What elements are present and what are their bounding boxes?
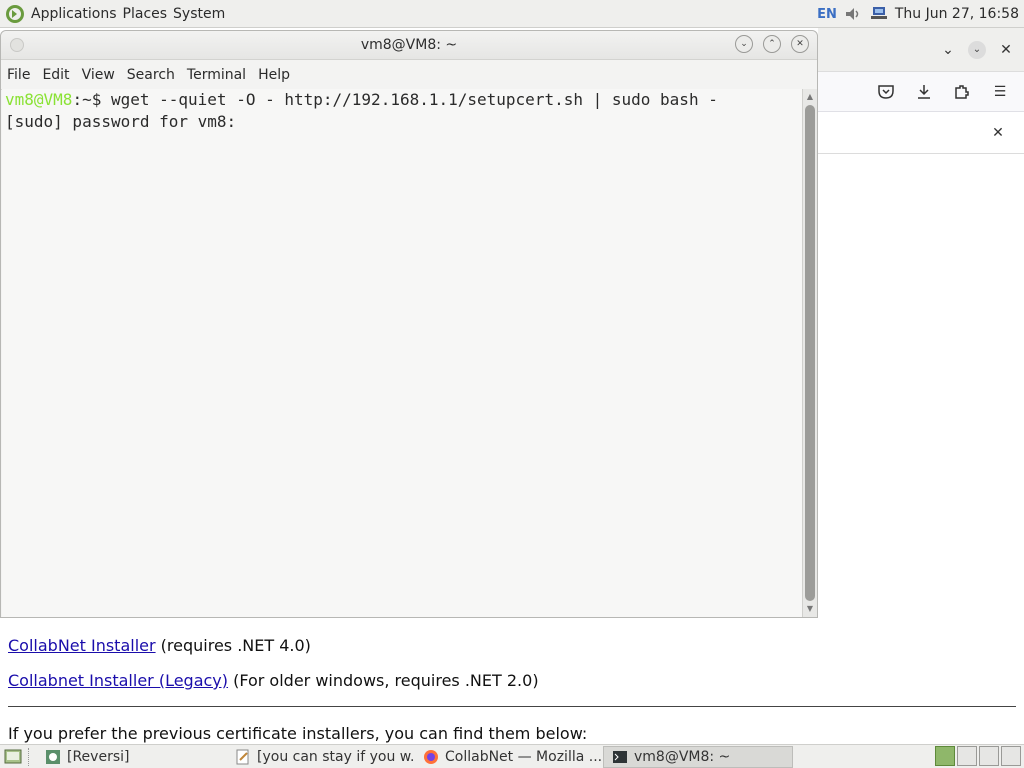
maximize-button[interactable]: ⌃ <box>763 35 781 53</box>
menu-file[interactable]: File <box>7 67 36 83</box>
collabnet-installer-link[interactable]: CollabNet Installer <box>8 636 156 655</box>
window-controls: ⌄ ⌃ ✕ <box>735 35 809 53</box>
previous-installers-text: If you prefer the previous certificate i… <box>8 724 588 743</box>
menu-terminal[interactable]: Terminal <box>187 67 252 83</box>
clock[interactable]: Thu Jun 27, 16:58 <box>895 6 1019 22</box>
sudo-password-prompt: [sudo] password for vm8: <box>5 112 237 131</box>
minimize-button[interactable]: ⌄ <box>735 35 753 53</box>
firefox-icon <box>423 749 439 765</box>
network-icon[interactable] <box>869 4 889 24</box>
window-menu-icon[interactable] <box>10 38 24 52</box>
main-menu: Applications Places System <box>0 0 231 28</box>
command-text: wget --quiet -O - http://192.168.1.1/set… <box>110 90 718 109</box>
scroll-down-icon[interactable]: ▼ <box>805 604 815 614</box>
workspace-switcher <box>935 746 1024 766</box>
task-text-editor[interactable]: [you can stay if you w... <box>227 746 415 768</box>
installer-2-note: (For older windows, requires .NET 2.0) <box>228 671 539 690</box>
hamburger-menu-icon[interactable]: ☰ <box>990 82 1010 102</box>
collabnet-legacy-installer-link[interactable]: Collabnet Installer (Legacy) <box>8 671 228 690</box>
scrollbar-thumb[interactable] <box>805 105 815 601</box>
menu-search[interactable]: Search <box>127 67 181 83</box>
horizontal-rule <box>8 706 1016 707</box>
menu-places[interactable]: Places <box>123 6 174 22</box>
terminal-title: vm8@VM8: ~ <box>360 37 458 53</box>
system-tray: EN Thu Jun 27, 16:58 <box>817 0 1024 28</box>
prompt-user: vm8@VM8 <box>5 90 73 109</box>
task-label: CollabNet — Mozilla ... <box>445 748 603 765</box>
downloads-icon[interactable] <box>914 82 934 102</box>
menu-edit[interactable]: Edit <box>42 67 75 83</box>
webpage-content: CollabNet Installer (requires .NET 4.0) … <box>0 600 1024 744</box>
installer-row-2: Collabnet Installer (Legacy) (For older … <box>8 671 539 690</box>
task-label: [Reversi] <box>67 748 130 765</box>
installer-1-note: (requires .NET 4.0) <box>155 636 311 655</box>
terminal-icon <box>612 749 628 765</box>
top-panel: Applications Places System EN Thu Jun 27… <box>0 0 1024 28</box>
menu-system[interactable]: System <box>173 6 231 22</box>
task-terminal[interactable]: vm8@VM8: ~ <box>603 745 793 768</box>
reversi-icon <box>45 749 61 765</box>
installer-row-1: CollabNet Installer (requires .NET 4.0) <box>8 636 311 655</box>
menu-applications[interactable]: Applications <box>31 6 123 22</box>
workspace-3[interactable] <box>979 746 999 766</box>
bottom-taskbar: [Reversi] [you can stay if you w... Coll… <box>0 744 1024 768</box>
prompt-path: :~$ <box>72 90 111 109</box>
task-label: [you can stay if you w... <box>257 748 415 765</box>
task-reversi[interactable]: [Reversi] <box>37 746 227 768</box>
terminal-window: vm8@VM8: ~ ⌄ ⌃ ✕ File Edit View Search T… <box>0 30 818 618</box>
findbar-close-icon[interactable]: ✕ <box>988 123 1008 143</box>
browser-titlebar: ⌄ ⌄ ✕ <box>818 28 1024 72</box>
show-desktop-button[interactable] <box>0 746 26 768</box>
menu-view[interactable]: View <box>82 67 121 83</box>
command-line: vm8@VM8:~$ wget --quiet -O - http://192.… <box>5 89 802 111</box>
extensions-icon[interactable] <box>952 82 972 102</box>
task-label: vm8@VM8: ~ <box>634 748 731 765</box>
terminal-titlebar[interactable]: vm8@VM8: ~ ⌄ ⌃ ✕ <box>1 31 817 60</box>
close-button[interactable]: ✕ <box>791 35 809 53</box>
menu-help[interactable]: Help <box>258 67 296 83</box>
show-desktop-icon <box>4 749 22 763</box>
tab-list-chevron-icon[interactable]: ⌄ <box>938 40 958 60</box>
mate-logo-icon[interactable] <box>5 4 25 24</box>
keyboard-layout-indicator[interactable]: EN <box>817 7 837 22</box>
taskbar-separator <box>28 747 35 766</box>
task-firefox[interactable]: CollabNet — Mozilla ... <box>415 746 603 768</box>
browser-findbar: ✕ <box>818 112 1024 154</box>
workspace-1[interactable] <box>935 746 955 766</box>
browser-close-icon[interactable]: ✕ <box>996 40 1016 60</box>
workspace-4[interactable] <box>1001 746 1021 766</box>
scroll-up-icon[interactable]: ▲ <box>805 92 815 102</box>
browser-minimize-button[interactable]: ⌄ <box>968 40 986 59</box>
workspace-2[interactable] <box>957 746 977 766</box>
terminal-menubar: File Edit View Search Terminal Help <box>1 60 817 90</box>
terminal-screen[interactable]: vm8@VM8:~$ wget --quiet -O - http://192.… <box>2 89 802 617</box>
text-editor-icon <box>235 749 251 765</box>
browser-toolbar: ☰ <box>818 72 1024 112</box>
pocket-icon[interactable] <box>876 82 896 102</box>
volume-icon[interactable] <box>843 4 863 24</box>
terminal-scrollbar[interactable]: ▲ ▼ <box>802 89 817 617</box>
